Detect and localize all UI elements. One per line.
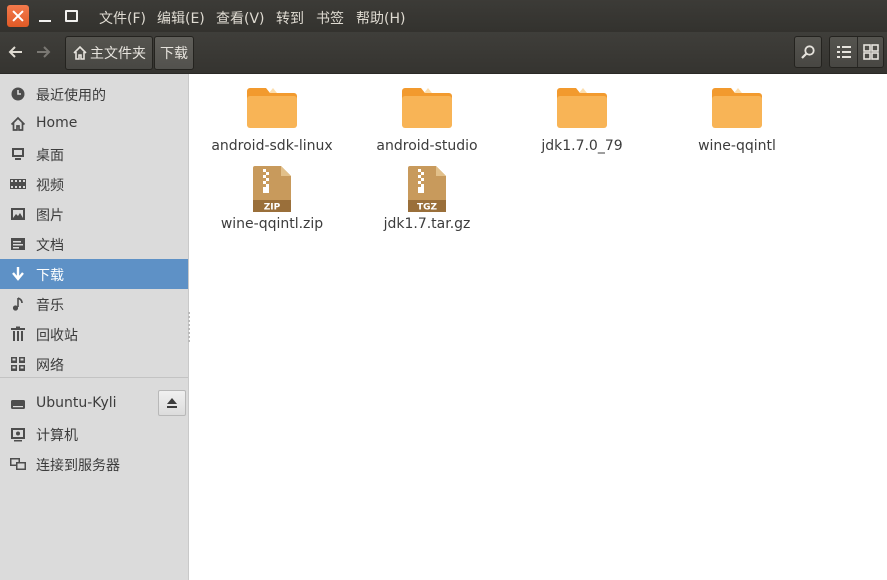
maximize-icon[interactable]	[60, 5, 82, 27]
picture-icon	[11, 208, 25, 220]
eject-button[interactable]	[158, 390, 186, 416]
sidebar-item-label: 网络	[36, 358, 64, 374]
computer-icon	[11, 428, 25, 442]
sidebar-divider	[0, 377, 188, 378]
archive-badge: ZIP	[264, 203, 281, 213]
menu-go[interactable]: 转到	[276, 8, 304, 28]
sidebar-item-label: 图片	[36, 208, 64, 224]
menu-edit[interactable]: 编辑(E)	[157, 8, 205, 28]
file-name: jdk1.7.tar.gz	[383, 216, 471, 232]
sidebar-item-documents[interactable]: 文档	[0, 229, 188, 259]
sidebar-item-label: 文档	[36, 238, 64, 254]
home-icon	[73, 45, 87, 60]
sidebar-item-label: 回收站	[36, 328, 78, 344]
breadcrumb: 主文件夹 下载	[65, 36, 195, 70]
view-switcher	[829, 36, 884, 68]
home-icon	[10, 116, 26, 131]
download-icon	[12, 267, 24, 281]
folder-icon	[402, 88, 452, 128]
tgz-archive-icon: TGZ	[408, 166, 446, 212]
arrow-right-icon	[37, 46, 51, 58]
archive-item[interactable]: TGZ jdk1.7.tar.gz	[352, 166, 502, 238]
close-icon[interactable]	[7, 5, 29, 27]
minimize-icon[interactable]	[34, 5, 56, 27]
grid-view-icon	[863, 44, 879, 60]
server-icon	[10, 458, 26, 470]
file-view: android-sdk-linux android-studio jdk1.7.…	[190, 74, 887, 580]
trash-icon	[11, 326, 25, 341]
breadcrumb-home[interactable]: 主文件夹	[65, 36, 153, 70]
folder-item[interactable]: android-studio	[352, 82, 502, 162]
folder-item[interactable]: jdk1.7.0_79	[507, 82, 657, 162]
folder-item[interactable]: android-sdk-linux	[197, 82, 347, 162]
back-button[interactable]	[3, 38, 29, 66]
sidebar-item-label: 计算机	[36, 428, 78, 444]
sidebar-item-label: 桌面	[36, 148, 64, 164]
sidebar-item-label: 视频	[36, 178, 64, 194]
music-icon	[12, 297, 23, 311]
menu-file[interactable]: 文件(F)	[99, 8, 146, 28]
list-view-icon	[837, 46, 851, 58]
arrow-left-icon	[8, 46, 22, 58]
clock-icon	[11, 87, 25, 101]
sidebar: 最近使用的 Home 桌面 视频 图片 文档 下载 音乐 回收站 网络 Ubun…	[0, 74, 189, 580]
breadcrumb-downloads-label: 下载	[160, 46, 188, 62]
sidebar-item-videos[interactable]: 视频	[0, 169, 188, 199]
sidebar-item-label: 连接到服务器	[36, 458, 120, 474]
sidebar-item-pictures[interactable]: 图片	[0, 199, 188, 229]
toolbar: 主文件夹 下载	[0, 32, 887, 74]
menu-view[interactable]: 查看(V)	[216, 8, 265, 28]
list-view-button[interactable]	[830, 37, 857, 67]
breadcrumb-home-label: 主文件夹	[90, 46, 146, 62]
grid-view-button[interactable]	[858, 37, 884, 67]
folder-icon	[557, 88, 607, 128]
menu-bookmarks[interactable]: 书签	[316, 8, 344, 28]
sidebar-item-label: 音乐	[36, 298, 64, 314]
archive-badge: TGZ	[417, 203, 438, 213]
search-button[interactable]	[794, 36, 822, 68]
folder-icon	[247, 88, 297, 128]
zip-archive-icon: ZIP	[253, 166, 291, 212]
folder-icon	[712, 88, 762, 128]
sidebar-item-music[interactable]: 音乐	[0, 289, 188, 319]
sidebar-item-label: 下载	[36, 268, 64, 284]
archive-item[interactable]: ZIP wine-qqintl.zip	[197, 166, 347, 238]
file-name: android-sdk-linux	[211, 138, 333, 154]
sidebar-item-trash[interactable]: 回收站	[0, 319, 188, 349]
eject-icon	[167, 398, 177, 408]
sidebar-item-label: Ubuntu-Kyli	[36, 395, 117, 411]
sidebar-item-connect-server[interactable]: 连接到服务器	[0, 449, 188, 479]
breadcrumb-downloads[interactable]: 下载	[154, 36, 194, 70]
desktop-icon	[12, 148, 24, 160]
drive-icon	[11, 400, 25, 409]
document-icon	[11, 238, 25, 250]
file-name: wine-qqintl.zip	[220, 216, 324, 232]
forward-button[interactable]	[30, 38, 56, 66]
search-icon	[801, 45, 815, 59]
video-icon	[10, 179, 26, 189]
menu-bar: 文件(F) 编辑(E) 查看(V) 转到 书签 帮助(H)	[0, 0, 887, 32]
file-name: jdk1.7.0_79	[541, 138, 623, 154]
network-icon	[11, 357, 25, 371]
sidebar-item-network[interactable]: 网络	[0, 349, 188, 379]
file-name: wine-qqintl	[698, 138, 776, 154]
file-name: android-studio	[376, 138, 478, 154]
sidebar-item-label: 最近使用的	[36, 88, 106, 104]
sidebar-item-desktop[interactable]: 桌面	[0, 139, 188, 169]
sidebar-item-label: Home	[36, 115, 78, 131]
menu-help[interactable]: 帮助(H)	[356, 8, 405, 28]
folder-item[interactable]: wine-qqintl	[662, 82, 812, 162]
sidebar-item-home[interactable]: Home	[0, 109, 188, 139]
sidebar-item-recent[interactable]: 最近使用的	[0, 79, 188, 109]
sidebar-item-computer[interactable]: 计算机	[0, 419, 188, 449]
sidebar-item-downloads[interactable]: 下载	[0, 259, 188, 289]
